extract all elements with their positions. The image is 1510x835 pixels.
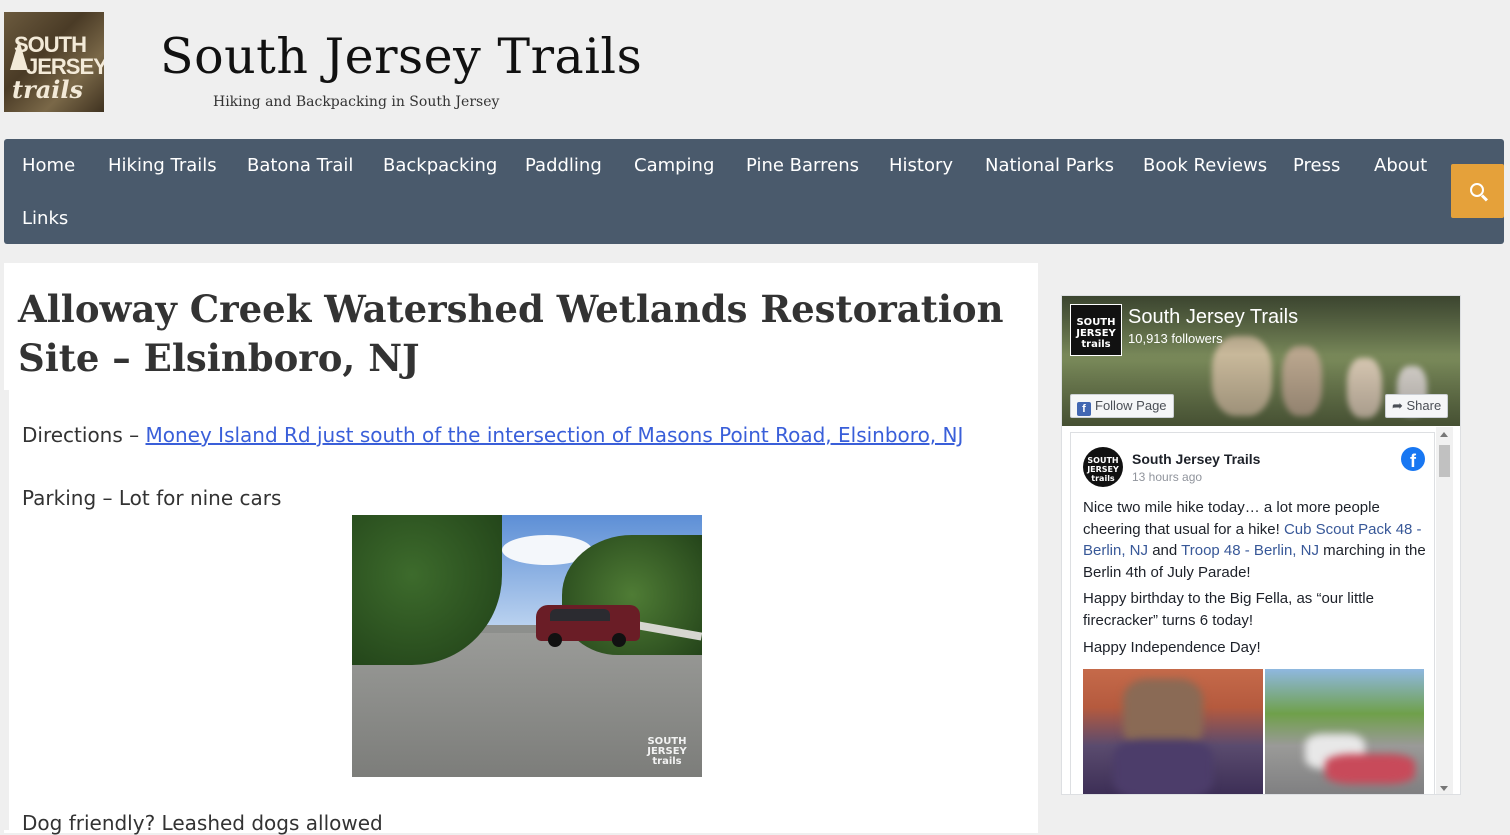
avatar-text: trails — [1081, 339, 1111, 350]
nav-camping[interactable]: Camping — [634, 155, 714, 176]
directions-label: Directions – — [22, 423, 146, 447]
share-label: Share — [1406, 398, 1442, 413]
post-photo-2[interactable] — [1265, 669, 1424, 794]
photo-blur — [1325, 754, 1415, 784]
nav-book-reviews[interactable]: Book Reviews — [1143, 155, 1267, 176]
article: Alloway Creek Watershed Wetlands Restora… — [4, 263, 1038, 835]
nav-history[interactable]: History — [889, 155, 953, 176]
scrollbar-thumb[interactable] — [1439, 445, 1450, 477]
post-paragraph-1: Nice two mile hike today… a lot more peo… — [1083, 497, 1428, 583]
directions-paragraph: Directions – Money Island Rd just south … — [22, 423, 963, 447]
post-text: and — [1148, 542, 1182, 559]
nav-national-parks[interactable]: National Parks — [985, 155, 1114, 176]
facebook-feed[interactable]: SOUTH JERSEY trails South Jersey Trails 13… — [1070, 432, 1435, 794]
follow-page-label: Follow Page — [1095, 398, 1167, 413]
parking-lot-photo[interactable]: SOUTH JERSEY trails — [352, 515, 702, 777]
car-wheel — [612, 633, 626, 647]
site-tagline: Hiking and Backpacking in South Jersey — [213, 94, 500, 110]
post-author-name[interactable]: South Jersey Trails — [1132, 451, 1260, 467]
photo-watermark: SOUTH JERSEY trails — [647, 736, 687, 767]
nav-links[interactable]: Links — [22, 208, 68, 229]
nav-home[interactable]: Home — [22, 155, 75, 176]
directions-link[interactable]: Money Island Rd just south of the inters… — [146, 423, 964, 447]
post-timestamp[interactable]: 13 hours ago — [1132, 470, 1202, 484]
nav-backpacking[interactable]: Backpacking — [383, 155, 497, 176]
avatar-text: SOUTH — [1076, 317, 1116, 328]
share-button[interactable]: ➦ Share — [1385, 394, 1449, 418]
nav-pine-barrens[interactable]: Pine Barrens — [746, 155, 859, 176]
scroll-down-icon[interactable] — [1440, 786, 1448, 791]
avatar-text: SOUTH — [1087, 456, 1119, 465]
nav-press[interactable]: Press — [1293, 155, 1340, 176]
dog-paragraph: Dog friendly? Leashed dogs allowed — [22, 811, 383, 835]
facebook-page-name[interactable]: South Jersey Trails — [1128, 306, 1298, 329]
post-author-avatar[interactable]: SOUTH JERSEY trails — [1083, 447, 1123, 487]
facebook-page-avatar[interactable]: SOUTH JERSEY trails — [1070, 304, 1122, 356]
site-title[interactable]: South Jersey Trails — [160, 28, 642, 85]
search-button[interactable] — [1451, 164, 1504, 218]
logo-text-3: trails — [12, 75, 84, 104]
troop-link[interactable]: Troop 48 - Berlin, NJ — [1181, 542, 1319, 559]
post-paragraph-2: Happy birthday to the Big Fella, as “our… — [1083, 590, 1374, 629]
nav-hiking-trails[interactable]: Hiking Trails — [108, 155, 217, 176]
photo-blur — [1113, 739, 1213, 794]
car-window — [550, 609, 610, 621]
facebook-page-widget: SOUTH JERSEY trails South Jersey Trails 10… — [1061, 295, 1461, 795]
feed-scrollbar[interactable] — [1436, 427, 1453, 794]
post-photo-1[interactable] — [1083, 669, 1263, 794]
logo-text-1: SOUTH — [14, 32, 87, 57]
facebook-f-icon: f — [1077, 402, 1091, 416]
nav-batona-trail[interactable]: Batona Trail — [247, 155, 353, 176]
facebook-followers: 10,913 followers — [1128, 331, 1223, 346]
post-paragraph-3: Happy Independence Day! — [1083, 639, 1261, 656]
avatar-text: trails — [1091, 474, 1115, 483]
facebook-cover-photo[interactable]: SOUTH JERSEY trails South Jersey Trails 10… — [1062, 296, 1460, 426]
follow-page-button[interactable]: f Follow Page — [1070, 394, 1174, 418]
photo-car — [536, 605, 640, 647]
scroll-up-icon[interactable] — [1440, 432, 1448, 437]
parking-paragraph: Parking – Lot for nine cars — [22, 486, 282, 510]
facebook-logo-icon[interactable]: f — [1401, 447, 1425, 471]
car-wheel — [548, 633, 562, 647]
article-gap — [4, 390, 9, 830]
site-logo[interactable]: SOUTH JERSEY trails — [4, 12, 104, 112]
avatar-text: JERSEY — [1087, 465, 1119, 474]
page-title: Alloway Creek Watershed Wetlands Restora… — [18, 287, 1004, 380]
main-navigation: Home Hiking Trails Batona Trail Backpack… — [4, 139, 1504, 244]
share-arrow-icon: ➦ — [1392, 398, 1407, 413]
nav-paddling[interactable]: Paddling — [525, 155, 602, 176]
nav-about[interactable]: About — [1374, 155, 1427, 176]
avatar-text: JERSEY — [1076, 328, 1116, 339]
search-icon-handle — [1480, 194, 1489, 202]
